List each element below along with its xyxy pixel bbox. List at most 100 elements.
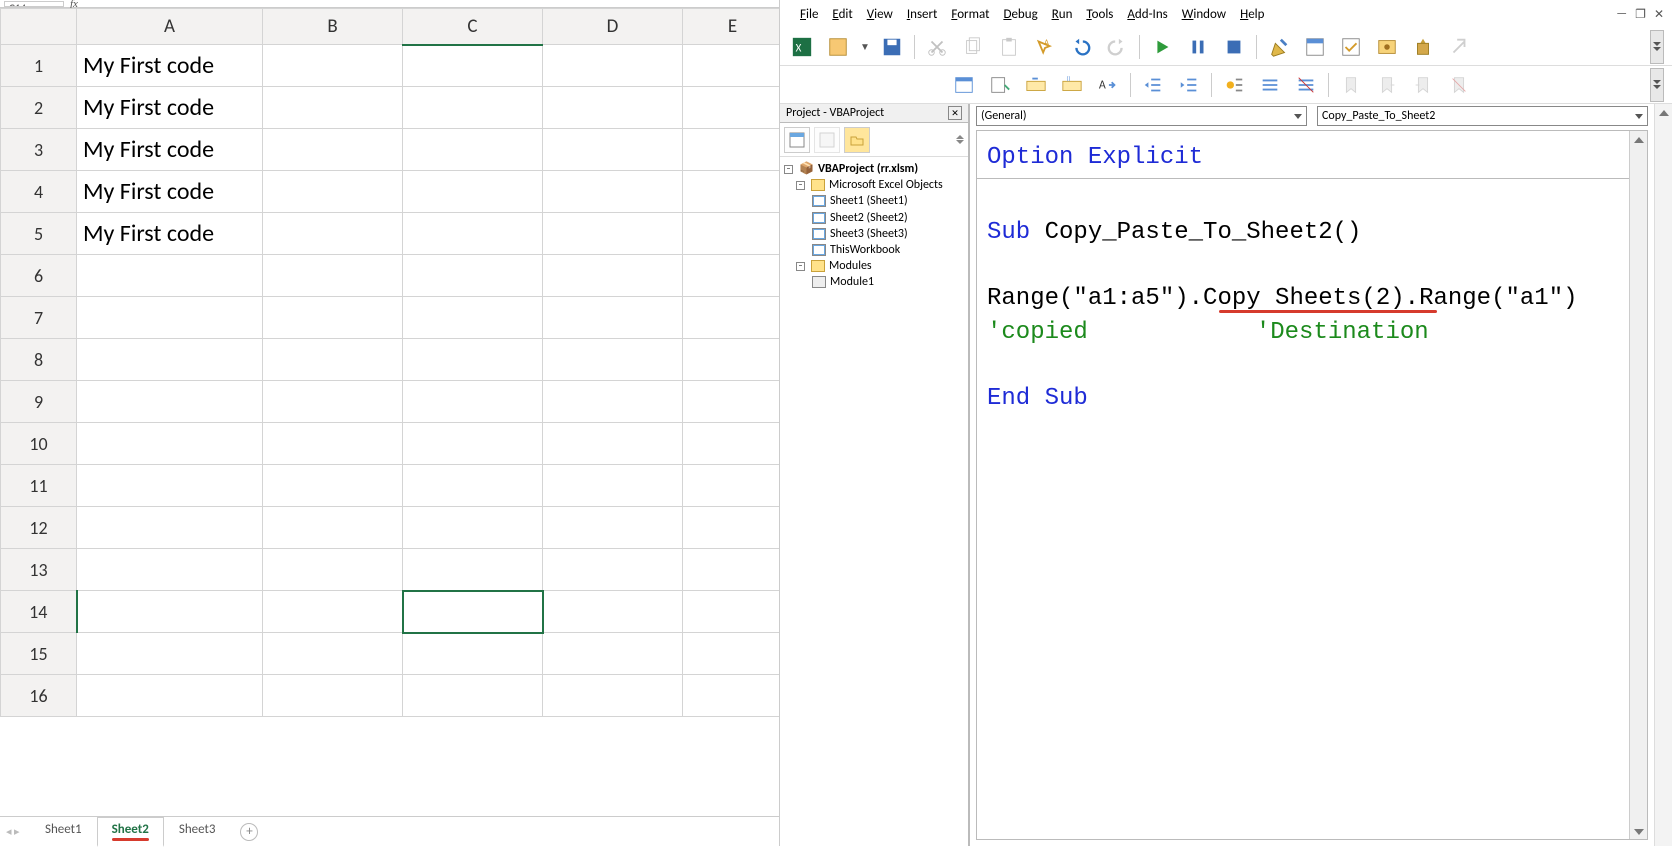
col-header-E[interactable]: E [683, 9, 780, 45]
outdent-icon[interactable] [1175, 71, 1203, 99]
modules-folder[interactable]: Modules [829, 258, 872, 274]
col-header-D[interactable]: D [543, 9, 683, 45]
project-panel-toolbar[interactable] [780, 123, 968, 157]
toolbox-icon[interactable] [1409, 33, 1437, 61]
parameter-info-icon[interactable]: () [1058, 71, 1086, 99]
tab-nav-arrows[interactable]: ◂ ▸ [6, 825, 20, 838]
next-bookmark-icon[interactable] [1373, 71, 1401, 99]
cell[interactable] [403, 549, 543, 591]
row-header[interactable]: 1 [1, 45, 77, 87]
cell[interactable] [543, 507, 683, 549]
cut-icon[interactable] [923, 33, 951, 61]
cell[interactable] [77, 507, 263, 549]
help-icon[interactable] [1445, 33, 1473, 61]
sheet-tab-sheet2[interactable]: Sheet2 [97, 817, 164, 847]
cell[interactable]: My First code [77, 45, 263, 87]
copy-icon[interactable] [959, 33, 987, 61]
cell[interactable] [543, 591, 683, 633]
excel-objects-folder[interactable]: Microsoft Excel Objects [829, 177, 943, 193]
row-header[interactable]: 12 [1, 507, 77, 549]
menu-insert[interactable]: Insert [907, 7, 938, 22]
vbe-menubar[interactable]: VB FileEditViewInsertFormatDebugRunTools… [780, 0, 1672, 28]
cell[interactable] [263, 381, 403, 423]
cell[interactable]: My First code [77, 171, 263, 213]
undo-icon[interactable] [1067, 33, 1095, 61]
scroll-down-icon[interactable] [1630, 149, 1647, 167]
menu-window[interactable]: Window [1182, 7, 1226, 22]
uncomment-block-icon[interactable] [1292, 71, 1320, 99]
cell[interactable] [403, 339, 543, 381]
object-dropdown[interactable]: (General) [976, 106, 1307, 126]
prev-bookmark-icon[interactable] [1409, 71, 1437, 99]
cell[interactable] [683, 549, 780, 591]
cell[interactable] [77, 339, 263, 381]
menu-run[interactable]: Run [1052, 7, 1073, 22]
cell[interactable]: My First code [77, 213, 263, 255]
cell[interactable] [683, 213, 780, 255]
cell[interactable] [403, 87, 543, 129]
view-object-icon[interactable] [814, 127, 840, 153]
cell[interactable] [403, 297, 543, 339]
tree-thisworkbook[interactable]: ThisWorkbook [830, 242, 900, 258]
select-all-corner[interactable] [1, 9, 77, 45]
comment-block-icon[interactable] [1256, 71, 1284, 99]
cell[interactable] [263, 591, 403, 633]
cell[interactable] [543, 297, 683, 339]
cell[interactable] [403, 129, 543, 171]
cell[interactable] [77, 549, 263, 591]
menu-format[interactable]: Format [951, 7, 989, 22]
row-header[interactable]: 16 [1, 675, 77, 717]
bookmark-icon[interactable] [1337, 71, 1365, 99]
cell[interactable] [263, 549, 403, 591]
cell[interactable] [543, 255, 683, 297]
list-constants-icon[interactable] [986, 71, 1014, 99]
toolbar2-overflow-icon[interactable] [1650, 68, 1664, 102]
cell[interactable] [683, 87, 780, 129]
view-excel-icon[interactable]: X [788, 33, 816, 61]
row-header[interactable]: 10 [1, 423, 77, 465]
row-header[interactable]: 5 [1, 213, 77, 255]
cell[interactable] [263, 297, 403, 339]
menu-debug[interactable]: Debug [1003, 7, 1037, 22]
cell[interactable] [543, 675, 683, 717]
scroll-up-icon[interactable] [1630, 131, 1647, 149]
cell[interactable] [683, 45, 780, 87]
cell[interactable] [683, 675, 780, 717]
insert-module-icon[interactable] [824, 33, 852, 61]
menu-add-ins[interactable]: Add-Ins [1127, 7, 1167, 22]
cell[interactable] [263, 255, 403, 297]
restore-button[interactable]: ❐ [1635, 7, 1646, 22]
vbe-toolbar-2[interactable]: () A [780, 66, 1672, 104]
cell[interactable] [263, 129, 403, 171]
project-tree[interactable]: −📦VBAProject (rr.xlsm) −Microsoft Excel … [780, 157, 968, 846]
col-header-C[interactable]: C [403, 9, 543, 45]
code-scrollbar[interactable] [1629, 131, 1647, 839]
row-header[interactable]: 15 [1, 633, 77, 675]
scroll-up-icon[interactable] [1655, 104, 1672, 122]
col-header-B[interactable]: B [263, 9, 403, 45]
menu-view[interactable]: View [867, 7, 893, 22]
procedure-dropdown[interactable]: Copy_Paste_To_Sheet2 [1317, 106, 1648, 126]
cell[interactable] [77, 255, 263, 297]
cell[interactable]: My First code [77, 87, 263, 129]
properties-icon[interactable] [1337, 33, 1365, 61]
cell[interactable]: My First code [77, 129, 263, 171]
tree-sheet-item[interactable]: Sheet3 (Sheet3) [830, 226, 908, 242]
vbe-toolbar-1[interactable]: X ▼ A [780, 28, 1672, 66]
find-icon[interactable]: A [1031, 33, 1059, 61]
cell[interactable] [403, 675, 543, 717]
cell[interactable] [263, 465, 403, 507]
cell[interactable] [683, 465, 780, 507]
row-header[interactable]: 11 [1, 465, 77, 507]
cell[interactable] [683, 255, 780, 297]
cell[interactable] [683, 591, 780, 633]
cell[interactable] [403, 423, 543, 465]
cell[interactable] [683, 423, 780, 465]
cell[interactable] [683, 339, 780, 381]
cell[interactable] [77, 633, 263, 675]
row-header[interactable]: 4 [1, 171, 77, 213]
quick-info-icon[interactable] [1022, 71, 1050, 99]
cell[interactable] [683, 129, 780, 171]
cell[interactable] [263, 171, 403, 213]
cell[interactable] [543, 339, 683, 381]
